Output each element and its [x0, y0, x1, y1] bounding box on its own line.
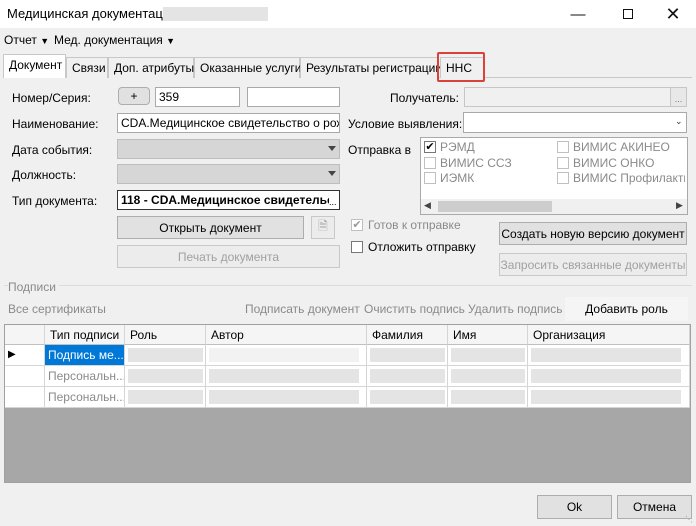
row-header-cell: [5, 366, 45, 387]
send-to-label: Отправка в: [348, 143, 411, 157]
send-target-vimis-akineo: ВИМИС АКИНЕО: [573, 140, 670, 154]
delete-signature-button[interactable]: Удалить подпись: [468, 302, 563, 316]
surname-cell[interactable]: [367, 366, 448, 387]
recipient-input[interactable]: [464, 87, 687, 107]
menu-report[interactable]: Отчет ▼: [4, 33, 49, 47]
checkbox-ready-to-send[interactable]: ✔: [351, 219, 363, 231]
role-cell[interactable]: [125, 345, 206, 366]
doc-type-label: Тип документа:: [12, 194, 98, 208]
chevron-down-icon: ⌄: [675, 116, 683, 126]
recipient-label: Получатель:: [390, 91, 459, 105]
table-row[interactable]: ▶ Подпись ме...: [5, 345, 690, 366]
send-target-vimis-ssz: ВИМИС ССЗ: [440, 156, 512, 170]
ok-button[interactable]: Ok: [537, 495, 612, 519]
row-header-cell: [5, 387, 45, 408]
postpone-label: Отложить отправку: [368, 240, 476, 254]
checkbox-vimis-akineo[interactable]: [557, 141, 569, 153]
organization-cell[interactable]: [528, 387, 690, 408]
row-header-column: [5, 325, 45, 345]
checkbox-postpone[interactable]: [351, 241, 363, 253]
number-input[interactable]: 359: [155, 87, 240, 107]
author-cell[interactable]: [206, 387, 367, 408]
organization-cell[interactable]: [528, 366, 690, 387]
send-target-vimis-onko: ВИМИС ОНКО: [573, 156, 655, 170]
first-name-cell[interactable]: [448, 366, 528, 387]
event-date-label: Дата события:: [12, 143, 93, 157]
window-title-blurred: [163, 7, 268, 21]
checkbox-vimis-onko[interactable]: [557, 157, 569, 169]
series-input[interactable]: [247, 87, 340, 107]
checkbox-vimis-ssz[interactable]: [424, 157, 436, 169]
tab-services[interactable]: Оказанные услуги: [194, 57, 301, 78]
minimize-icon[interactable]: —: [555, 0, 601, 28]
signature-type-cell[interactable]: Персональн...: [45, 387, 125, 408]
role-cell[interactable]: [125, 366, 206, 387]
tab-links[interactable]: Связи: [66, 57, 108, 78]
tab-nns-highlight: [437, 52, 485, 82]
table-row[interactable]: Персональн...: [5, 387, 690, 408]
doc-type-ellipsis[interactable]: ...: [329, 191, 339, 209]
checkbox-vimis-prof[interactable]: [557, 172, 569, 184]
signatures-table: Тип подписи Роль Автор Фамилия Имя Орган…: [4, 324, 691, 483]
signature-type-cell[interactable]: Подпись ме...: [45, 345, 125, 366]
doc-type-input[interactable]: 118 - CDA.Медицинское свидетельство о ро…: [117, 190, 340, 210]
event-date-input[interactable]: [117, 139, 340, 159]
column-header-author[interactable]: Автор: [206, 325, 367, 345]
resize-grip-icon[interactable]: ⋱: [685, 515, 695, 525]
scroll-right-icon[interactable]: ▶: [676, 200, 683, 211]
cancel-button[interactable]: Отмена: [617, 495, 692, 519]
name-label: Наименование:: [12, 117, 99, 131]
add-role-button[interactable]: Добавить роль: [565, 297, 688, 321]
author-cell[interactable]: [206, 345, 367, 366]
tab-registration-results[interactable]: Результаты регистрации: [300, 57, 442, 78]
tab-document[interactable]: Документ: [3, 54, 66, 78]
menu-med-docs[interactable]: Мед. документация ▼: [54, 33, 175, 47]
number-series-label: Номер/Серия:: [12, 91, 91, 105]
document-icon-button[interactable]: 🗎: [311, 216, 335, 239]
column-header-surname[interactable]: Фамилия: [367, 325, 448, 345]
ready-to-send-label: Готов к отправке: [368, 218, 461, 232]
condition-select[interactable]: [463, 112, 687, 133]
print-document-button[interactable]: Печать документа: [117, 245, 340, 268]
recipient-ellipsis[interactable]: ...: [670, 88, 686, 106]
surname-cell[interactable]: [367, 387, 448, 408]
checkbox-remd[interactable]: ✔: [424, 141, 436, 153]
role-cell[interactable]: [125, 387, 206, 408]
sign-document-button[interactable]: Подписать документ: [245, 302, 360, 316]
author-cell[interactable]: [206, 366, 367, 387]
surname-cell[interactable]: [367, 345, 448, 366]
condition-label: Условие выявления:: [348, 117, 463, 131]
send-target-vimis-prof: ВИМИС Профилактика: [573, 171, 685, 185]
close-icon[interactable]: ✕: [650, 0, 696, 28]
organization-cell[interactable]: [528, 345, 690, 366]
checkbox-iemk[interactable]: [424, 172, 436, 184]
column-header-type[interactable]: Тип подписи: [45, 325, 125, 345]
signatures-group-label: Подписи: [8, 280, 59, 294]
send-target-remd: РЭМД: [440, 140, 475, 154]
clear-signature-button[interactable]: Очистить подпись: [364, 302, 465, 316]
column-header-name[interactable]: Имя: [448, 325, 528, 345]
scroll-thumb[interactable]: [438, 201, 552, 212]
column-header-organization[interactable]: Организация: [528, 325, 690, 345]
signature-type-cell[interactable]: Персональн...: [45, 366, 125, 387]
request-related-button[interactable]: Запросить связанные документы: [499, 253, 687, 276]
scroll-left-icon[interactable]: ◀: [424, 200, 431, 211]
maximize-icon[interactable]: [605, 0, 651, 28]
position-label: Должность:: [12, 168, 77, 182]
open-document-button[interactable]: Открыть документ: [117, 216, 304, 239]
new-version-button[interactable]: Создать новую версию документ: [499, 222, 687, 245]
all-certificates-button[interactable]: Все сертификаты: [8, 302, 106, 316]
window-title: Медицинская документация: [7, 6, 178, 21]
name-input[interactable]: CDA.Медицинское свидетельство о рождении: [117, 113, 340, 133]
tab-extra-attributes[interactable]: Доп. атрибуты: [108, 57, 194, 78]
position-input[interactable]: [117, 164, 340, 184]
first-name-cell[interactable]: [448, 345, 528, 366]
send-target-iemk: ИЭМК: [440, 171, 475, 185]
table-row[interactable]: Персональн...: [5, 366, 690, 387]
column-header-role[interactable]: Роль: [125, 325, 206, 345]
first-name-cell[interactable]: [448, 387, 528, 408]
add-number-button[interactable]: +: [118, 87, 150, 105]
row-pointer-icon: ▶: [5, 345, 45, 366]
